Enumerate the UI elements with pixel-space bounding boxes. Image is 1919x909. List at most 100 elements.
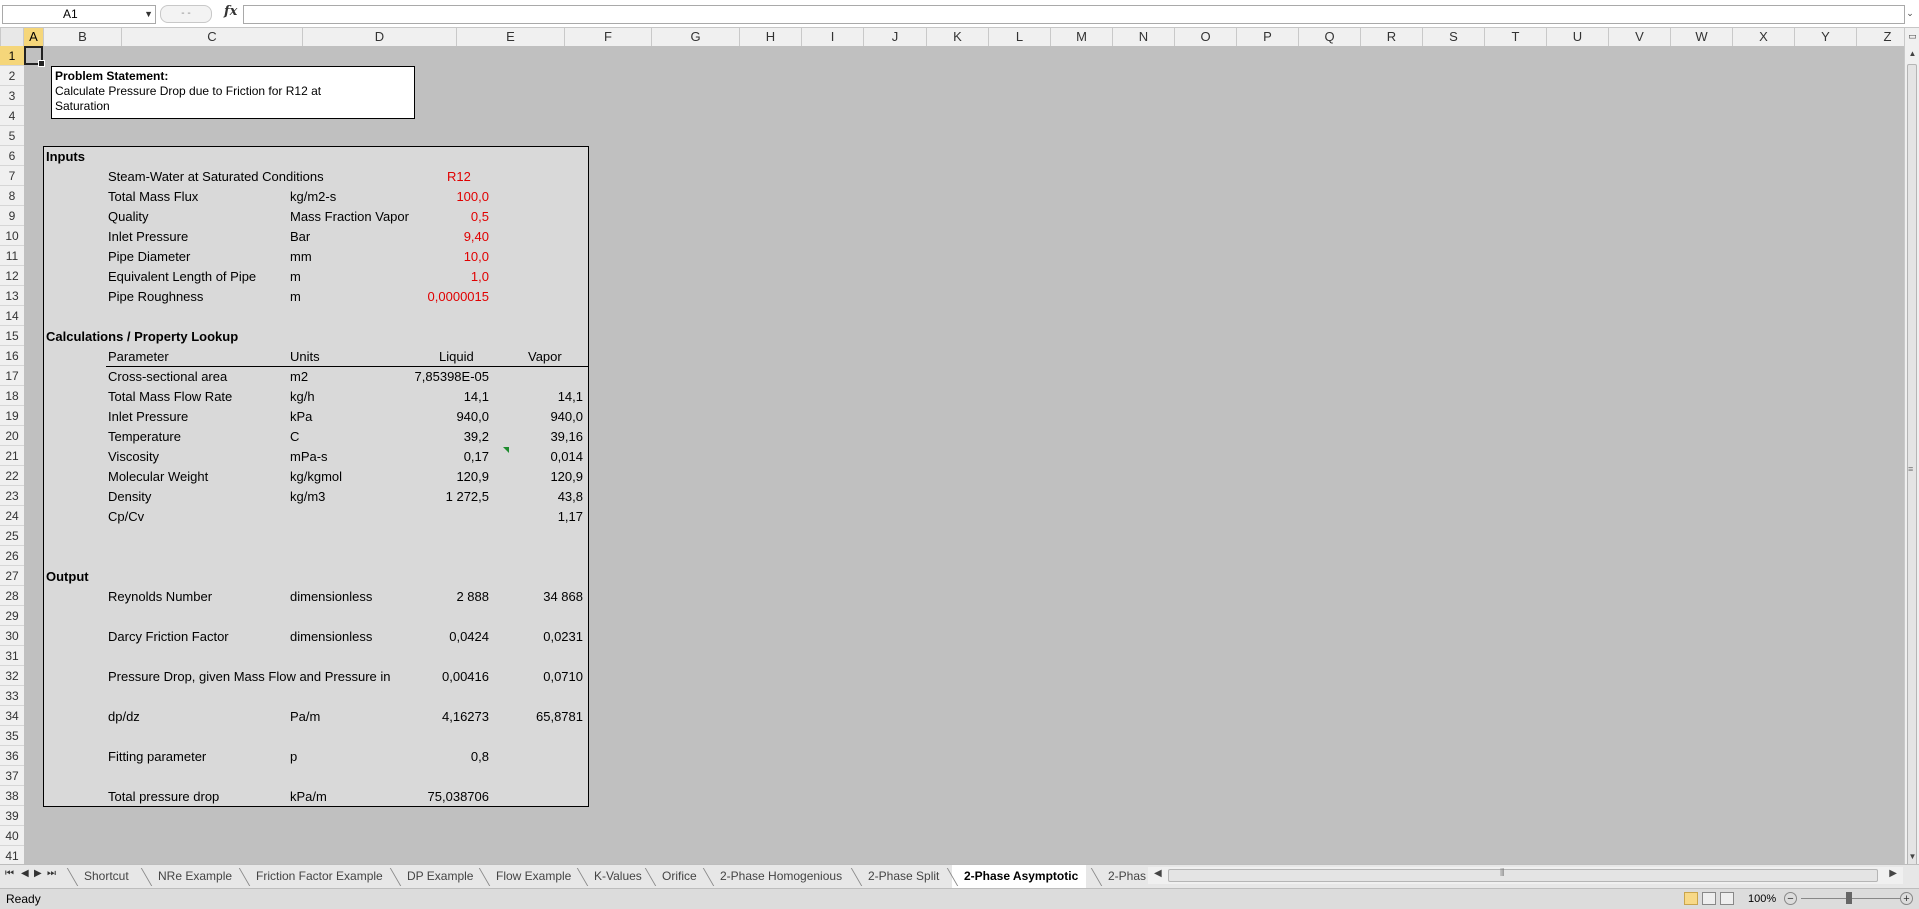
row-header[interactable]: 18 — [0, 386, 24, 406]
sheet-tab[interactable]: K-Values — [582, 865, 650, 887]
column-header[interactable]: R — [1361, 28, 1423, 46]
calc-vapor-value[interactable]: 43,8 — [494, 487, 583, 507]
column-header[interactable]: Y — [1795, 28, 1857, 46]
calc-liquid-value[interactable]: 7,85398E-05 — [374, 367, 489, 387]
column-header[interactable]: N — [1113, 28, 1175, 46]
column-header[interactable]: O — [1175, 28, 1237, 46]
row-header[interactable]: 28 — [0, 586, 24, 606]
output-liquid-value[interactable]: 2 888 — [374, 587, 489, 607]
output-liquid-value[interactable]: 0,00416 — [374, 667, 489, 687]
column-header[interactable]: U — [1547, 28, 1609, 46]
row-header[interactable]: 8 — [0, 186, 24, 206]
column-header[interactable]: A — [24, 28, 44, 46]
zoom-in-icon[interactable]: + — [1900, 892, 1913, 905]
sheet-tab[interactable]: DP Example — [395, 865, 481, 887]
prev-sheet-icon[interactable]: ◀ — [21, 868, 29, 879]
active-cell-cursor[interactable] — [24, 46, 45, 67]
output-vapor-value[interactable]: 34 868 — [494, 587, 583, 607]
row-header[interactable]: 27 — [0, 566, 24, 586]
row-header[interactable]: 39 — [0, 806, 24, 826]
row-header[interactable]: 36 — [0, 746, 24, 766]
row-header[interactable]: 21 — [0, 446, 24, 466]
row-header[interactable]: 7 — [0, 166, 24, 186]
chevron-down-icon[interactable]: ▼ — [144, 6, 153, 23]
output-liquid-value[interactable]: 4,16273 — [374, 707, 489, 727]
column-header[interactable]: Q — [1299, 28, 1361, 46]
sheet-tab[interactable]: Flow Example — [484, 865, 579, 887]
select-all-corner[interactable] — [0, 28, 24, 46]
sheet-tab[interactable]: Shortcut — [72, 865, 137, 887]
row-header[interactable]: 17 — [0, 366, 24, 386]
calc-vapor-value[interactable]: 14,1 — [494, 387, 583, 407]
calc-vapor-value[interactable]: 940,0 — [494, 407, 583, 427]
calc-liquid-value[interactable]: 14,1 — [374, 387, 489, 407]
input-value[interactable]: 0,0000015 — [364, 287, 489, 307]
row-header[interactable]: 5 — [0, 126, 24, 146]
input-value[interactable]: 9,40 — [364, 227, 489, 247]
column-header[interactable]: I — [802, 28, 864, 46]
input-value[interactable]: 0,5 — [364, 207, 489, 227]
row-header[interactable]: 12 — [0, 266, 24, 286]
row-header[interactable]: 41 — [0, 846, 24, 866]
row-header[interactable]: 15 — [0, 326, 24, 346]
row-header[interactable]: 37 — [0, 766, 24, 786]
calc-vapor-value[interactable]: 1,17 — [494, 507, 583, 527]
column-header[interactable]: K — [927, 28, 989, 46]
calc-vapor-value[interactable]: 120,9 — [494, 467, 583, 487]
column-header[interactable]: S — [1423, 28, 1485, 46]
next-sheet-icon[interactable]: ▶ — [34, 868, 42, 879]
calc-liquid-value[interactable]: 0,17 — [374, 447, 489, 467]
scroll-down-icon[interactable]: ▼ — [1905, 849, 1919, 864]
insert-function-icon[interactable]: fx — [224, 4, 237, 19]
calc-liquid-value[interactable]: 940,0 — [374, 407, 489, 427]
name-box[interactable]: A1 ▼ — [2, 5, 156, 24]
horizontal-scrollbar[interactable]: ◀ ⦀ ▶ — [1148, 867, 1903, 884]
row-header[interactable]: 19 — [0, 406, 24, 426]
column-header[interactable]: C — [122, 28, 303, 46]
last-sheet-icon[interactable]: ⏭ — [47, 868, 56, 879]
row-header[interactable]: 38 — [0, 786, 24, 806]
column-header[interactable]: B — [44, 28, 122, 46]
row-header[interactable]: 30 — [0, 626, 24, 646]
zoom-out-icon[interactable]: − — [1784, 892, 1797, 905]
fluid-value[interactable]: R12 — [447, 167, 471, 187]
page-break-view-icon[interactable] — [1720, 892, 1734, 905]
row-header[interactable]: 6 — [0, 146, 24, 166]
row-header[interactable]: 31 — [0, 646, 24, 666]
column-header[interactable]: F — [565, 28, 652, 46]
sheet-tab[interactable]: 2-Phase Homogenious — [708, 865, 850, 887]
split-box-icon[interactable]: ▭ — [1905, 28, 1919, 44]
sheet-tab[interactable]: 2-Phase Asymptotic — [952, 865, 1087, 889]
row-header[interactable]: 1 — [0, 46, 24, 66]
vertical-scrollbar[interactable]: ▭ ▲ ≡ ▼ — [1904, 28, 1919, 872]
row-header[interactable]: 34 — [0, 706, 24, 726]
column-header[interactable]: X — [1733, 28, 1795, 46]
column-header[interactable]: V — [1609, 28, 1671, 46]
column-header[interactable]: E — [457, 28, 565, 46]
column-header[interactable]: L — [989, 28, 1051, 46]
page-layout-view-icon[interactable] — [1702, 892, 1716, 905]
output-vapor-value[interactable]: 0,0710 — [494, 667, 583, 687]
row-header[interactable]: 3 — [0, 86, 24, 106]
calc-vapor-value[interactable]: 39,16 — [494, 427, 583, 447]
sheet-tab[interactable]: 2-Phas — [1096, 865, 1154, 887]
column-header[interactable]: M — [1051, 28, 1113, 46]
horizontal-scroll-thumb[interactable] — [1168, 869, 1878, 882]
formula-input[interactable] — [243, 5, 1905, 24]
input-value[interactable]: 10,0 — [364, 247, 489, 267]
row-header[interactable]: 26 — [0, 546, 24, 566]
output-liquid-value[interactable]: 0,0424 — [374, 627, 489, 647]
row-header[interactable]: 9 — [0, 206, 24, 226]
output-liquid-value[interactable]: 75,038706 — [374, 787, 489, 807]
column-header[interactable]: W — [1671, 28, 1733, 46]
row-header[interactable]: 33 — [0, 686, 24, 706]
row-header[interactable]: 13 — [0, 286, 24, 306]
row-header[interactable]: 10 — [0, 226, 24, 246]
row-header[interactable]: 4 — [0, 106, 24, 126]
output-liquid-value[interactable]: 0,8 — [374, 747, 489, 767]
problem-statement-box[interactable]: Problem Statement: Calculate Pressure Dr… — [51, 66, 415, 119]
scroll-up-icon[interactable]: ▲ — [1905, 46, 1919, 61]
comment-indicator-icon[interactable] — [503, 447, 509, 453]
row-header[interactable]: 35 — [0, 726, 24, 746]
scroll-left-icon[interactable]: ◀ — [1154, 868, 1162, 879]
